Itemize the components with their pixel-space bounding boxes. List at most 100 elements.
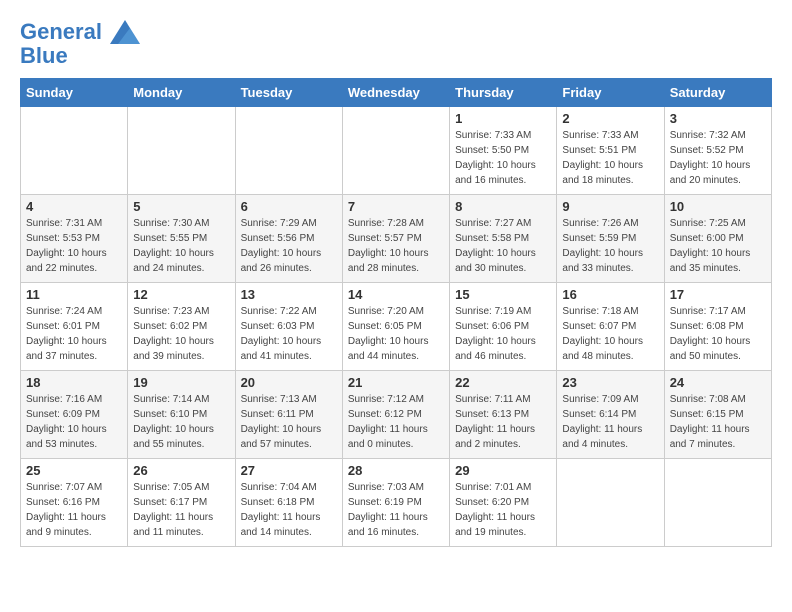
- day-number: 9: [562, 199, 658, 214]
- weekday-header-friday: Friday: [557, 79, 664, 107]
- day-number: 20: [241, 375, 337, 390]
- calendar-cell: [664, 459, 771, 547]
- day-number: 1: [455, 111, 551, 126]
- calendar-cell: 24 Sunrise: 7:08 AM Sunset: 6:15 PM Dayli…: [664, 371, 771, 459]
- calendar-cell: [235, 107, 342, 195]
- weekday-header-monday: Monday: [128, 79, 235, 107]
- logo-text: General: [20, 20, 140, 44]
- day-number: 23: [562, 375, 658, 390]
- day-number: 13: [241, 287, 337, 302]
- day-number: 19: [133, 375, 229, 390]
- calendar-cell: 11Sunrise: 7:24 AM Sunset: 6:01 PM Dayli…: [21, 283, 128, 371]
- calendar-cell: [21, 107, 128, 195]
- calendar-cell: 1 Sunrise: 7:33 AM Sunset: 5:50 PM Daylig…: [450, 107, 557, 195]
- week-row-1: 1 Sunrise: 7:33 AM Sunset: 5:50 PM Daylig…: [21, 107, 772, 195]
- day-number: 29: [455, 463, 551, 478]
- day-number: 15: [455, 287, 551, 302]
- day-info: Sunrise: 7:11 AM Sunset: 6:13 PM Dayligh…: [455, 392, 551, 452]
- day-number: 26: [133, 463, 229, 478]
- calendar-cell: [557, 459, 664, 547]
- calendar-cell: 7 Sunrise: 7:28 AM Sunset: 5:57 PM Daylig…: [342, 195, 449, 283]
- day-number: 14: [348, 287, 444, 302]
- calendar-cell: 12 Sunrise: 7:23 AM Sunset: 6:02 PM Dayli…: [128, 283, 235, 371]
- day-number: 8: [455, 199, 551, 214]
- day-info: Sunrise: 7:25 AM Sunset: 6:00 PM Dayligh…: [670, 216, 766, 276]
- calendar-table: SundayMondayTuesdayWednesdayThursdayFrid…: [20, 78, 772, 547]
- weekday-header-row: SundayMondayTuesdayWednesdayThursdayFrid…: [21, 79, 772, 107]
- day-info: Sunrise: 7:27 AM Sunset: 5:58 PM Dayligh…: [455, 216, 551, 276]
- day-info: Sunrise: 7:04 AM Sunset: 6:18 PM Dayligh…: [241, 480, 337, 540]
- calendar-cell: 16 Sunrise: 7:18 AM Sunset: 6:07 PM Dayli…: [557, 283, 664, 371]
- day-info: Sunrise: 7:29 AM Sunset: 5:56 PM Dayligh…: [241, 216, 337, 276]
- calendar-cell: 22 Sunrise: 7:11 AM Sunset: 6:13 PM Dayli…: [450, 371, 557, 459]
- day-info: Sunrise: 7:03 AM Sunset: 6:19 PM Dayligh…: [348, 480, 444, 540]
- calendar-cell: 13 Sunrise: 7:22 AM Sunset: 6:03 PM Dayli…: [235, 283, 342, 371]
- calendar-cell: 8 Sunrise: 7:27 AM Sunset: 5:58 PM Daylig…: [450, 195, 557, 283]
- day-info: Sunrise: 7:17 AM Sunset: 6:08 PM Dayligh…: [670, 304, 766, 364]
- day-info: Sunrise: 7:20 AM Sunset: 6:05 PM Dayligh…: [348, 304, 444, 364]
- day-number: 24: [670, 375, 766, 390]
- day-info: Sunrise: 7:08 AM Sunset: 6:15 PM Dayligh…: [670, 392, 766, 452]
- day-number: 2: [562, 111, 658, 126]
- calendar-cell: 9 Sunrise: 7:26 AM Sunset: 5:59 PM Daylig…: [557, 195, 664, 283]
- day-info: Sunrise: 7:13 AM Sunset: 6:11 PM Dayligh…: [241, 392, 337, 452]
- calendar-cell: 28 Sunrise: 7:03 AM Sunset: 6:19 PM Dayli…: [342, 459, 449, 547]
- calendar-cell: 3Sunrise: 7:32 AM Sunset: 5:52 PM Daylig…: [664, 107, 771, 195]
- calendar-cell: 20 Sunrise: 7:13 AM Sunset: 6:11 PM Dayli…: [235, 371, 342, 459]
- calendar-cell: 27 Sunrise: 7:04 AM Sunset: 6:18 PM Dayli…: [235, 459, 342, 547]
- day-info: Sunrise: 7:28 AM Sunset: 5:57 PM Dayligh…: [348, 216, 444, 276]
- day-number: 10: [670, 199, 766, 214]
- calendar-cell: 25 Sunrise: 7:07 AM Sunset: 6:16 PM Dayli…: [21, 459, 128, 547]
- weekday-header-saturday: Saturday: [664, 79, 771, 107]
- day-info: Sunrise: 7:05 AM Sunset: 6:17 PM Dayligh…: [133, 480, 229, 540]
- day-number: 18: [26, 375, 122, 390]
- day-info: Sunrise: 7:07 AM Sunset: 6:16 PM Dayligh…: [26, 480, 122, 540]
- day-number: 12: [133, 287, 229, 302]
- calendar-cell: [342, 107, 449, 195]
- logo-blue: Blue: [20, 44, 140, 68]
- calendar-cell: 26 Sunrise: 7:05 AM Sunset: 6:17 PM Dayli…: [128, 459, 235, 547]
- calendar-cell: 18 Sunrise: 7:16 AM Sunset: 6:09 PM Dayli…: [21, 371, 128, 459]
- weekday-header-wednesday: Wednesday: [342, 79, 449, 107]
- calendar-cell: 23 Sunrise: 7:09 AM Sunset: 6:14 PM Dayli…: [557, 371, 664, 459]
- calendar-cell: 14 Sunrise: 7:20 AM Sunset: 6:05 PM Dayli…: [342, 283, 449, 371]
- day-info: Sunrise: 7:16 AM Sunset: 6:09 PM Dayligh…: [26, 392, 122, 452]
- week-row-2: 4 Sunrise: 7:31 AM Sunset: 5:53 PM Daylig…: [21, 195, 772, 283]
- calendar-cell: 15 Sunrise: 7:19 AM Sunset: 6:06 PM Dayli…: [450, 283, 557, 371]
- day-info: Sunrise: 7:30 AM Sunset: 5:55 PM Dayligh…: [133, 216, 229, 276]
- day-info: Sunrise: 7:01 AM Sunset: 6:20 PM Dayligh…: [455, 480, 551, 540]
- day-info: Sunrise: 7:18 AM Sunset: 6:07 PM Dayligh…: [562, 304, 658, 364]
- day-info: Sunrise: 7:33 AM Sunset: 5:50 PM Dayligh…: [455, 128, 551, 188]
- week-row-5: 25 Sunrise: 7:07 AM Sunset: 6:16 PM Dayli…: [21, 459, 772, 547]
- day-info: Sunrise: 7:14 AM Sunset: 6:10 PM Dayligh…: [133, 392, 229, 452]
- day-number: 4: [26, 199, 122, 214]
- weekday-header-sunday: Sunday: [21, 79, 128, 107]
- week-row-4: 18 Sunrise: 7:16 AM Sunset: 6:09 PM Dayli…: [21, 371, 772, 459]
- calendar-cell: 2 Sunrise: 7:33 AM Sunset: 5:51 PM Daylig…: [557, 107, 664, 195]
- day-number: 5: [133, 199, 229, 214]
- day-number: 27: [241, 463, 337, 478]
- day-number: 11: [26, 287, 122, 302]
- day-info: Sunrise: 7:26 AM Sunset: 5:59 PM Dayligh…: [562, 216, 658, 276]
- calendar-cell: 19 Sunrise: 7:14 AM Sunset: 6:10 PM Dayli…: [128, 371, 235, 459]
- day-info: Sunrise: 7:19 AM Sunset: 6:06 PM Dayligh…: [455, 304, 551, 364]
- calendar-cell: 29 Sunrise: 7:01 AM Sunset: 6:20 PM Dayli…: [450, 459, 557, 547]
- calendar-cell: [128, 107, 235, 195]
- day-info: Sunrise: 7:31 AM Sunset: 5:53 PM Dayligh…: [26, 216, 122, 276]
- day-number: 28: [348, 463, 444, 478]
- day-number: 16: [562, 287, 658, 302]
- day-info: Sunrise: 7:33 AM Sunset: 5:51 PM Dayligh…: [562, 128, 658, 188]
- day-info: Sunrise: 7:23 AM Sunset: 6:02 PM Dayligh…: [133, 304, 229, 364]
- day-info: Sunrise: 7:09 AM Sunset: 6:14 PM Dayligh…: [562, 392, 658, 452]
- day-number: 21: [348, 375, 444, 390]
- calendar-cell: 21Sunrise: 7:12 AM Sunset: 6:12 PM Dayli…: [342, 371, 449, 459]
- calendar-cell: 5 Sunrise: 7:30 AM Sunset: 5:55 PM Daylig…: [128, 195, 235, 283]
- day-info: Sunrise: 7:22 AM Sunset: 6:03 PM Dayligh…: [241, 304, 337, 364]
- day-number: 7: [348, 199, 444, 214]
- calendar-cell: 17Sunrise: 7:17 AM Sunset: 6:08 PM Dayli…: [664, 283, 771, 371]
- calendar-cell: 6Sunrise: 7:29 AM Sunset: 5:56 PM Daylig…: [235, 195, 342, 283]
- day-info: Sunrise: 7:32 AM Sunset: 5:52 PM Dayligh…: [670, 128, 766, 188]
- page-header: General Blue: [20, 20, 772, 68]
- day-number: 25: [26, 463, 122, 478]
- day-number: 22: [455, 375, 551, 390]
